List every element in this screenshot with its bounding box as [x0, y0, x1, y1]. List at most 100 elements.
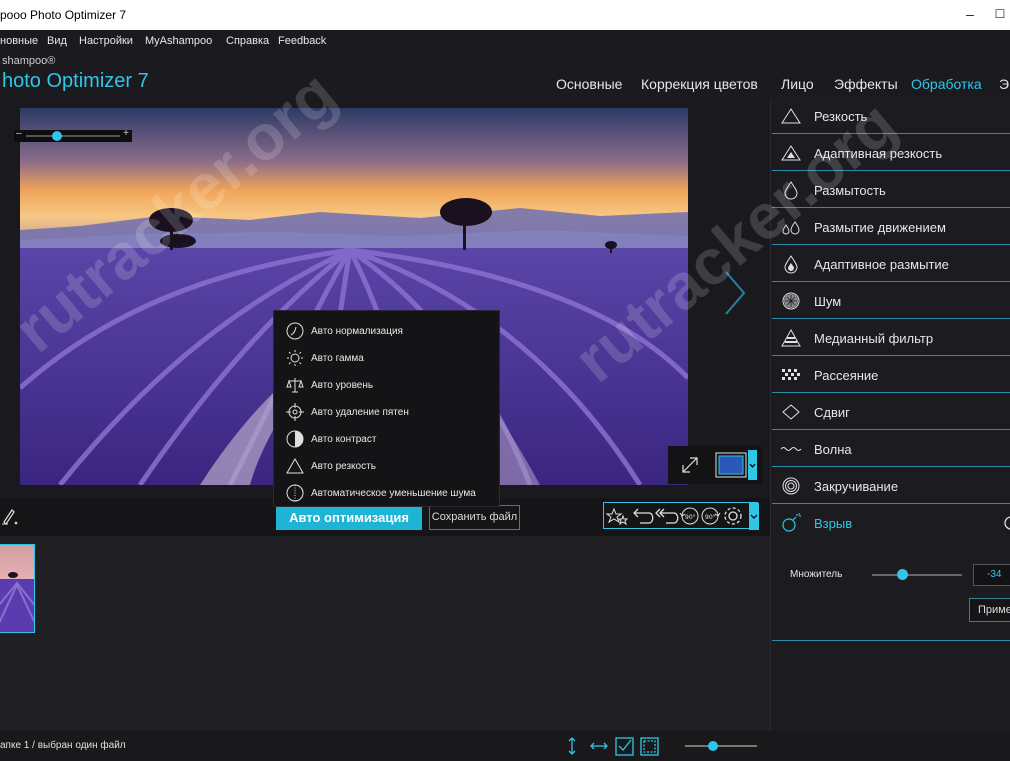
triangle-icon	[286, 457, 304, 474]
menu-item-view[interactable]: Вид	[47, 35, 67, 47]
triangle-filled-icon	[781, 145, 801, 161]
menu-item-help[interactable]: Справка	[226, 35, 269, 47]
menu-item-auto-noise-reduction[interactable]: Автоматическое уменьшение шума	[274, 480, 501, 507]
effect-motion-blur[interactable]: Размытие движением	[772, 209, 1010, 245]
effect-label: Адаптивная резкость	[814, 146, 943, 161]
vertical-resize-icon[interactable]	[568, 737, 576, 755]
thumbnail-selected[interactable]	[0, 544, 35, 633]
menu-item-auto-sharpness[interactable]: Авто резкость	[274, 453, 501, 480]
compare-view-icon[interactable]	[715, 452, 747, 478]
filmstrip	[0, 536, 770, 730]
undo-all-icon[interactable]	[655, 508, 679, 524]
menu-item-feedback[interactable]: Feedback	[278, 35, 326, 47]
title-bar: pooo Photo Optimizer 7 – ☐	[0, 0, 1010, 30]
effect-label: Резкость	[814, 109, 868, 124]
swirl-icon	[782, 477, 800, 495]
next-image-chevron-icon[interactable]	[722, 268, 748, 318]
diamond-icon	[782, 404, 800, 420]
zoom-in-icon[interactable]: +	[123, 128, 129, 139]
effect-blur[interactable]: Размытость	[772, 172, 1010, 208]
thumbnail-image	[0, 545, 34, 632]
view-dropdown-chevron-icon[interactable]	[748, 450, 757, 480]
effect-sharpness[interactable]: Резкость	[772, 98, 1010, 134]
multiplier-label: Множитель	[790, 569, 843, 580]
effect-label: Рассеяние	[814, 368, 879, 383]
tab-basic[interactable]: Основные	[556, 76, 622, 92]
menu-item-auto-level[interactable]: Авто уровень	[274, 372, 501, 399]
effect-wave[interactable]: Волна	[772, 431, 1010, 467]
menu-item-auto-normalize[interactable]: Авто нормализация	[274, 318, 501, 345]
effect-swirl[interactable]: Закручивание	[772, 468, 1010, 504]
tab-color-correction[interactable]: Коррекция цветов	[641, 76, 758, 92]
menu-item-label: Авто нормализация	[311, 326, 403, 337]
menu-item-settings[interactable]: Настройки	[79, 35, 133, 47]
edit-toolbar: 90° 90°	[603, 502, 759, 530]
tab-face[interactable]: Лицо	[781, 76, 814, 92]
rotate-right-icon[interactable]: 90°	[701, 507, 721, 525]
effect-explode[interactable]: Взрыв	[772, 505, 1010, 541]
effect-label: Шум	[814, 294, 842, 309]
status-bar: апке 1 / выбран один файл	[0, 731, 1010, 761]
panel-divider	[772, 640, 1010, 641]
zoom-out-icon[interactable]: –	[16, 128, 22, 139]
status-text: апке 1 / выбран один файл	[0, 740, 126, 751]
menu-item-auto-spot-removal[interactable]: Авто удаление пятен	[274, 399, 501, 426]
drop-filled-icon	[784, 255, 798, 274]
zoom-handle[interactable]	[52, 131, 62, 141]
svg-text:90°: 90°	[705, 514, 716, 521]
menu-item-main[interactable]: новные	[0, 35, 38, 47]
tab-effects[interactable]: Эффекты	[834, 76, 898, 92]
scales-icon	[286, 378, 304, 393]
crosshair-icon	[286, 403, 304, 421]
thumbnail-size-slider[interactable]	[685, 741, 757, 751]
menu-item-label: Авто гамма	[311, 353, 364, 364]
effect-noise[interactable]: Шум	[772, 283, 1010, 319]
effect-label: Сдвиг	[814, 405, 850, 420]
menu-item-myashampoo[interactable]: MyAshampoo	[145, 35, 212, 47]
tab-more[interactable]: Э	[999, 76, 1009, 92]
view-tools	[668, 446, 762, 484]
tab-processing[interactable]: Обработка	[911, 76, 982, 92]
zoom-track[interactable]	[26, 135, 120, 137]
menu-item-label: Авто уровень	[311, 380, 374, 391]
auto-optimize-button[interactable]: Авто оптимизация	[276, 506, 422, 530]
effect-label: Закручивание	[814, 479, 899, 494]
edit-dropdown-chevron-icon[interactable]	[749, 503, 759, 530]
brush-clean-icon[interactable]	[0, 504, 22, 528]
gear-icon[interactable]	[724, 507, 742, 525]
rotate-left-icon[interactable]: 90°	[679, 507, 699, 525]
multiplier-slider-handle[interactable]	[897, 569, 908, 580]
header: shampoo® hoto Optimizer 7 Основные Корре…	[0, 52, 1010, 98]
select-all-icon[interactable]	[640, 737, 659, 756]
fullscreen-icon[interactable]	[682, 457, 698, 473]
reset-effect-icon[interactable]	[1003, 515, 1010, 531]
menu-item-auto-contrast[interactable]: Авто контраст	[274, 426, 501, 453]
horizontal-resize-icon[interactable]	[590, 742, 608, 750]
favorite-stars-icon[interactable]	[605, 507, 629, 526]
effect-label: Размытие движением	[814, 220, 946, 235]
effect-label: Медианный фильтр	[814, 331, 934, 346]
select-check-icon[interactable]	[615, 737, 634, 756]
multiplier-value-input[interactable]: -34	[973, 564, 1010, 586]
window-title: pooo Photo Optimizer 7	[0, 8, 127, 22]
svg-text:90°: 90°	[685, 514, 696, 521]
effect-shift[interactable]: Сдвиг	[772, 394, 1010, 430]
undo-icon[interactable]	[633, 508, 654, 524]
menu-item-auto-gamma[interactable]: Авто гамма	[274, 345, 501, 372]
save-file-button[interactable]: Сохранить файл	[429, 505, 520, 530]
effect-adaptive-sharpness[interactable]: Адаптивная резкость	[772, 135, 1010, 171]
apply-button[interactable]: Приме	[969, 598, 1010, 622]
effect-median-filter[interactable]: Медианный фильтр	[772, 320, 1010, 356]
effect-adaptive-blur[interactable]: Адаптивное размытие	[772, 246, 1010, 282]
bomb-icon	[782, 513, 801, 532]
zoom-slider[interactable]: – +	[14, 128, 132, 142]
contrast-icon	[286, 430, 304, 448]
effect-label: Размытость	[814, 183, 886, 198]
menu-item-label: Авто удаление пятен	[311, 407, 409, 418]
multiplier-slider-track[interactable]	[872, 574, 962, 576]
minimize-button[interactable]: –	[959, 4, 981, 24]
maximize-button[interactable]: ☐	[989, 4, 1010, 24]
noise-circle-icon	[286, 484, 304, 502]
effect-scatter[interactable]: Рассеяние	[772, 357, 1010, 393]
drop-outline-icon	[784, 181, 798, 200]
